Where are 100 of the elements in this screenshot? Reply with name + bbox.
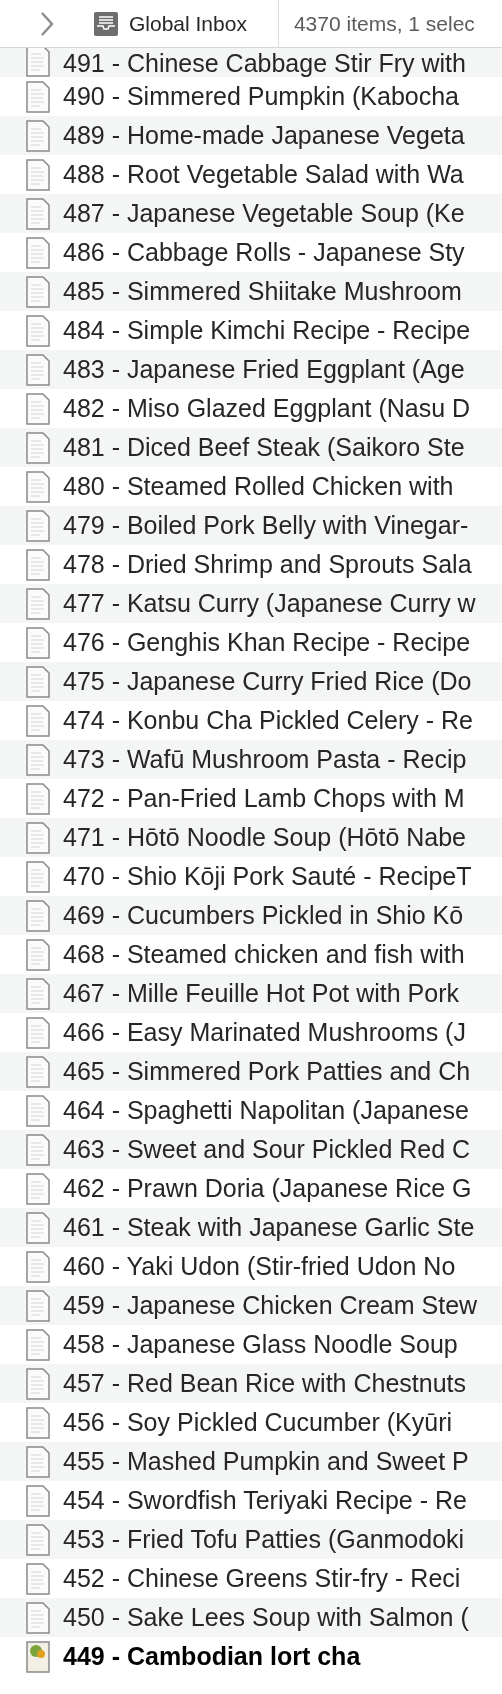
item-title: 455 - Mashed Pumpkin and Sweet P (63, 1445, 469, 1477)
document-icon (26, 509, 50, 542)
document-icon (26, 1211, 50, 1244)
folder-title: Global Inbox (129, 10, 247, 37)
item-title: 487 - Japanese Vegetable Soup (Ke (63, 197, 465, 229)
document-icon (26, 1250, 50, 1283)
item-title: 475 - Japanese Curry Fried Rice (Do (63, 665, 472, 697)
item-title: 480 - Steamed Rolled Chicken with (63, 470, 454, 502)
item-title: 468 - Steamed chicken and fish with (63, 938, 465, 970)
chevron-right-icon[interactable] (39, 10, 55, 37)
document-icon (26, 197, 50, 230)
document-icon (26, 431, 50, 464)
list-row[interactable]: 483 - Japanese Fried Eggplant (Age (0, 350, 502, 389)
list-row[interactable]: 471 - Hōtō Noodle Soup (Hōtō Nabe (0, 818, 502, 857)
list-row[interactable]: 473 - Wafū Mushroom Pasta - Recip (0, 740, 502, 779)
document-icon (26, 1484, 50, 1517)
item-title: 488 - Root Vegetable Salad with Wa (63, 158, 464, 190)
list-row[interactable]: 465 - Simmered Pork Patties and Ch (0, 1052, 502, 1091)
document-icon (26, 899, 50, 932)
item-title: 486 - Cabbage Rolls - Japanese Sty (63, 236, 465, 268)
item-title: 461 - Steak with Japanese Garlic Ste (63, 1211, 475, 1243)
item-title: 470 - Shio Kōji Pork Sauté - RecipeT (63, 860, 472, 892)
document-icon (26, 80, 50, 113)
list-row[interactable]: 461 - Steak with Japanese Garlic Ste (0, 1208, 502, 1247)
item-title: 483 - Japanese Fried Eggplant (Age (63, 353, 465, 385)
item-title: 449 - Cambodian lort cha (63, 1640, 361, 1672)
item-title: 478 - Dried Shrimp and Sprouts Sala (63, 548, 472, 580)
list-row[interactable]: 463 - Sweet and Sour Pickled Red C (0, 1130, 502, 1169)
document-icon (26, 938, 50, 971)
document-icon (26, 743, 50, 776)
item-title: 482 - Miso Glazed Eggplant (Nasu D (63, 392, 471, 424)
document-icon (26, 1016, 50, 1049)
item-title: 490 - Simmered Pumpkin (Kabocha (63, 80, 460, 112)
item-title: 469 - Cucumbers Pickled in Shio Kō (63, 899, 464, 931)
item-title: 458 - Japanese Glass Noodle Soup (63, 1328, 458, 1360)
item-title: 452 - Chinese Greens Stir-fry - Reci (63, 1562, 461, 1594)
item-title: 454 - Swordfish Teriyaki Recipe - Re (63, 1484, 467, 1516)
list-row[interactable]: 467 - Mille Feuille Hot Pot with Pork (0, 974, 502, 1013)
document-icon (26, 1133, 50, 1166)
document-icon (26, 977, 50, 1010)
item-count: 4370 items, 1 selec (293, 10, 475, 37)
item-title: 450 - Sake Lees Soup with Salmon ( (63, 1601, 469, 1633)
item-title: 491 - Chinese Cabbage Stir Fry with (63, 49, 466, 77)
item-title: 473 - Wafū Mushroom Pasta - Recip (63, 743, 467, 775)
item-title: 471 - Hōtō Noodle Soup (Hōtō Nabe (63, 821, 467, 853)
document-icon (26, 392, 50, 425)
item-title: 459 - Japanese Chicken Cream Stew (63, 1289, 478, 1321)
document-icon (26, 353, 50, 386)
list-row[interactable]: 479 - Boiled Pork Belly with Vinegar- (0, 506, 502, 545)
item-title: 484 - Simple Kimchi Recipe - Recipe (63, 314, 471, 346)
item-title: 462 - Prawn Doria (Japanese Rice G (63, 1172, 472, 1204)
item-title: 466 - Easy Marinated Mushrooms (J (63, 1016, 466, 1048)
item-title: 463 - Sweet and Sour Pickled Red C (63, 1133, 471, 1165)
list-row[interactable]: 459 - Japanese Chicken Cream Stew (0, 1286, 502, 1325)
document-icon (26, 470, 50, 503)
item-title: 456 - Soy Pickled Cucumber (Kyūri (63, 1406, 453, 1438)
inbox-icon (94, 11, 118, 36)
item-title: 465 - Simmered Pork Patties and Ch (63, 1055, 471, 1087)
document-icon (26, 158, 50, 191)
document-icon (26, 821, 50, 854)
list-row[interactable]: 477 - Katsu Curry (Japanese Curry w (0, 584, 502, 623)
list-row[interactable]: 489 - Home-made Japanese Vegeta (0, 116, 502, 155)
item-title: 477 - Katsu Curry (Japanese Curry w (63, 587, 476, 619)
document-icon (26, 1328, 50, 1361)
item-title: 489 - Home-made Japanese Vegeta (63, 119, 465, 151)
document-icon (26, 119, 50, 152)
document-icon (26, 1406, 50, 1439)
item-title: 474 - Konbu Cha Pickled Celery - Re (63, 704, 473, 736)
list-row[interactable]: 481 - Diced Beef Steak (Saikoro Ste (0, 428, 502, 467)
document-icon (26, 275, 50, 308)
list-row[interactable]: 453 - Fried Tofu Patties (Ganmodoki (0, 1520, 502, 1559)
document-icon (26, 1601, 50, 1634)
list-row[interactable]: 487 - Japanese Vegetable Soup (Ke (0, 194, 502, 233)
item-title: 453 - Fried Tofu Patties (Ganmodoki (63, 1523, 465, 1555)
document-icon (26, 236, 50, 269)
item-title: 481 - Diced Beef Steak (Saikoro Ste (63, 431, 465, 463)
list-row[interactable]: 469 - Cucumbers Pickled in Shio Kō (0, 896, 502, 935)
document-icon (26, 1172, 50, 1205)
document-icon (26, 587, 50, 620)
document-icon (26, 1445, 50, 1478)
list-row[interactable]: 491 - Chinese Cabbage Stir Fry with (0, 48, 502, 77)
item-title: 479 - Boiled Pork Belly with Vinegar- (63, 509, 469, 541)
item-title: 472 - Pan-Fried Lamb Chops with M (63, 782, 465, 814)
document-icon (26, 860, 50, 893)
document-icon (26, 314, 50, 347)
document-icon (26, 782, 50, 815)
document-icon (26, 1289, 50, 1322)
document-icon (26, 1055, 50, 1088)
list-row[interactable]: 475 - Japanese Curry Fried Rice (Do (0, 662, 502, 701)
list-row[interactable]: 450 - Sake Lees Soup with Salmon ( (0, 1598, 502, 1637)
item-title: 476 - Genghis Khan Recipe - Recipe (63, 626, 471, 658)
image-thumbnail-icon (26, 1640, 50, 1673)
item-title: 460 - Yaki Udon (Stir-fried Udon No (63, 1250, 456, 1282)
document-icon (26, 626, 50, 659)
list-row[interactable]: 455 - Mashed Pumpkin and Sweet P (0, 1442, 502, 1481)
list-row[interactable]: 485 - Simmered Shiitake Mushroom (0, 272, 502, 311)
document-icon (26, 704, 50, 737)
item-title: 457 - Red Bean Rice with Chestnuts (63, 1367, 466, 1399)
item-title: 464 - Spaghetti Napolitan (Japanese (63, 1094, 469, 1126)
list-row[interactable]: 457 - Red Bean Rice with Chestnuts (0, 1364, 502, 1403)
